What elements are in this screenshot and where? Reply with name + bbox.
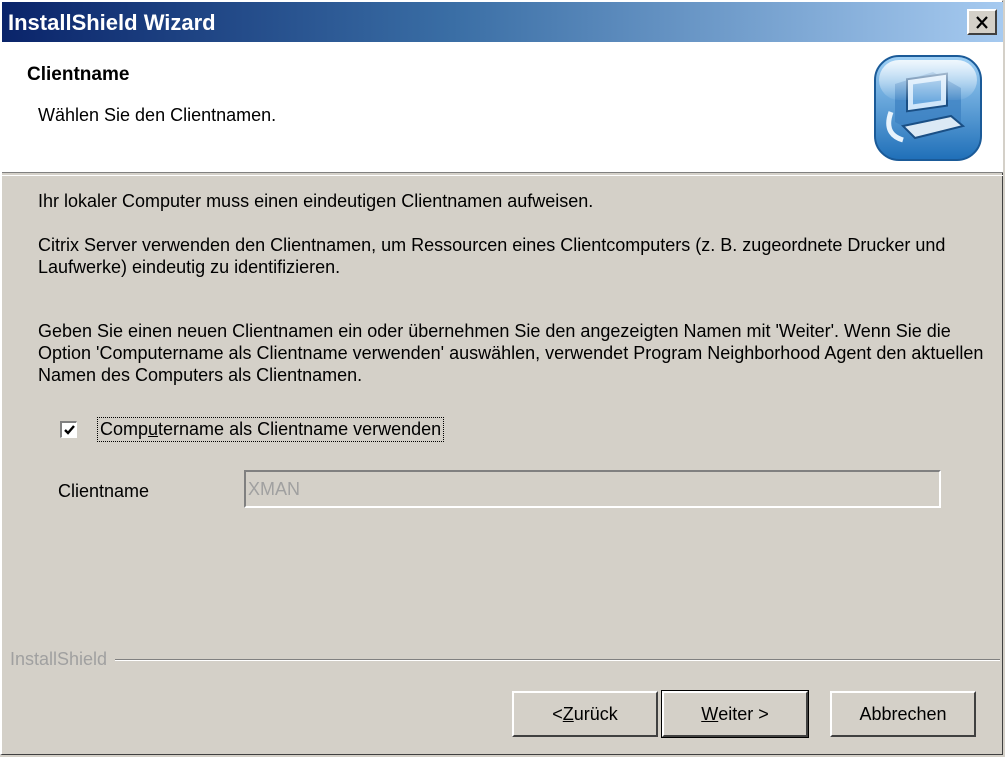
close-button[interactable] [967,9,997,35]
next-button[interactable]: Weiter > [661,690,809,738]
use-computername-checkbox[interactable] [60,421,77,438]
wizard-window: InstallShield Wizard Clientname Wählen S… [0,0,1003,755]
clientname-label: Clientname [58,481,150,501]
button-text: eiter > [718,703,769,724]
installshield-brand: InstallShield [10,649,116,670]
page-subtitle: Wählen Sie den Clientnamen. [38,105,277,125]
cancel-button[interactable]: Abbrechen [830,691,976,737]
label-accelerator: u [148,419,159,439]
computer-setup-icon [873,54,983,162]
button-text: urück [573,703,618,724]
button-accelerator: W [701,703,719,724]
footer-divider [10,659,1000,661]
button-text: < [552,703,563,724]
page-title: Clientname [27,64,130,85]
label-part: tername als Clientname verwenden [158,419,442,439]
instruction-text: Geben Sie einen neuen Clientnamen ein od… [38,321,984,385]
label-part: Comp [100,419,149,439]
description-text: Citrix Server verwenden den Clientnamen,… [38,235,946,277]
button-accelerator: Z [562,703,574,724]
use-computername-option[interactable]: Computername als Clientname verwenden [60,417,445,442]
use-computername-label[interactable]: Computername als Clientname verwenden [97,417,445,442]
window-title: InstallShield Wizard [8,10,216,35]
header-divider [2,172,1003,176]
checkmark-icon [63,424,75,435]
intro-text: Ihr lokaler Computer muss einen eindeuti… [38,191,594,211]
clientname-field[interactable]: XMAN [244,470,941,508]
back-button[interactable]: < Zurück [512,691,658,737]
close-icon [976,15,988,29]
title-bar[interactable]: InstallShield Wizard [2,2,1003,42]
